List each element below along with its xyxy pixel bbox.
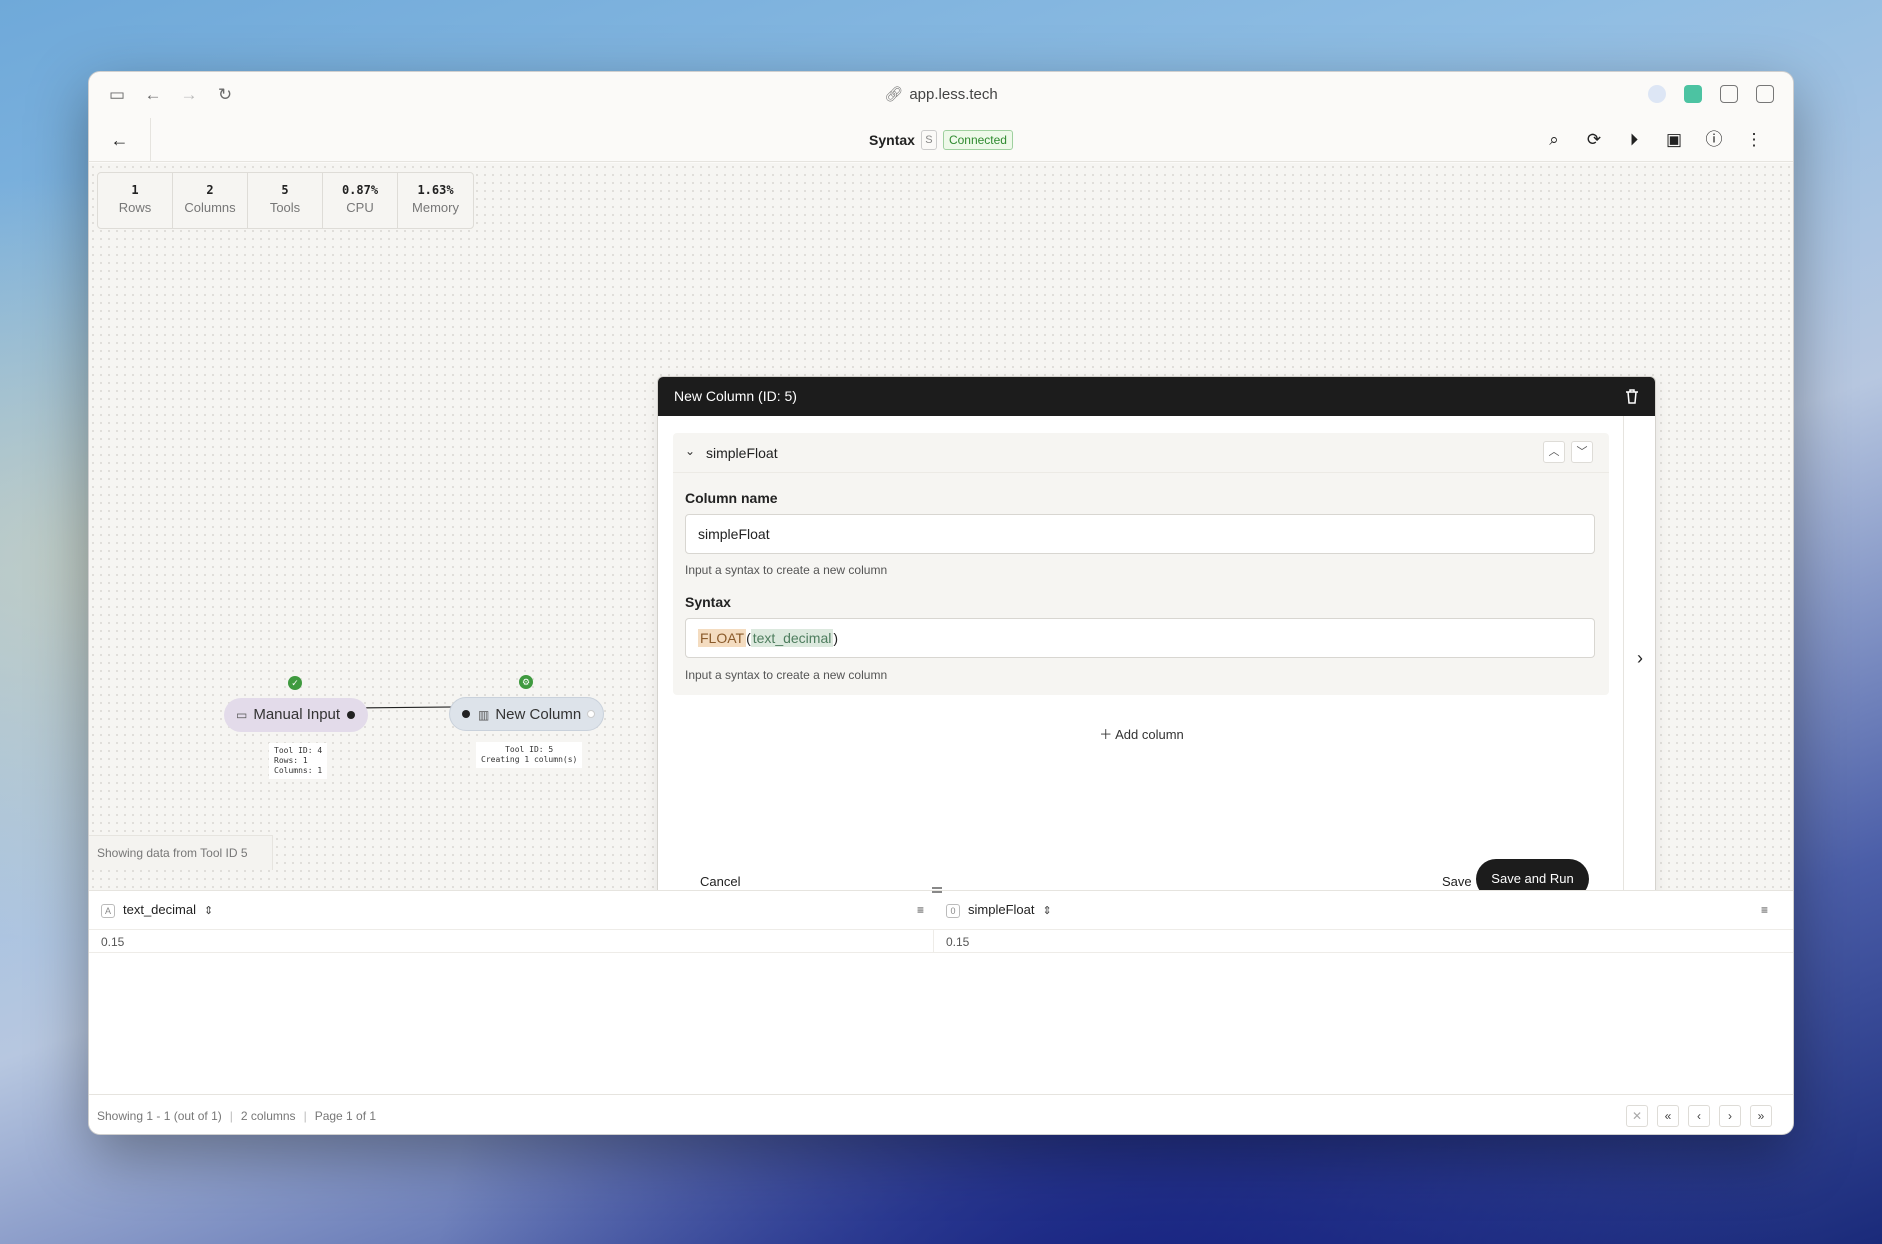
manual-input-meta: Tool ID: 4 Rows: 1 Columns: 1 bbox=[269, 743, 328, 779]
link-icon: 🔗︎ bbox=[884, 86, 904, 103]
chevron-down-icon[interactable]: ⌄ bbox=[685, 444, 695, 458]
status-badge: Connected bbox=[942, 130, 1013, 150]
input-port[interactable] bbox=[462, 710, 470, 718]
column-name-input[interactable]: simpleFloat bbox=[685, 514, 1595, 554]
browser-window: ▭ ← → ↻ 🔗︎ app.less.tech ← Syntax S Connect… bbox=[88, 71, 1794, 1135]
extension-icon[interactable] bbox=[1684, 85, 1702, 103]
table-cell: 0.15 bbox=[101, 935, 125, 949]
table-row[interactable]: 0.15 0.15 bbox=[89, 929, 1793, 953]
running-gear-icon: ⚙ bbox=[519, 675, 533, 689]
reader-icon[interactable] bbox=[1720, 85, 1738, 103]
output-port[interactable] bbox=[587, 710, 595, 718]
move-up-button[interactable]: ︿ bbox=[1543, 441, 1565, 463]
save-icon[interactable]: ▣ bbox=[1662, 128, 1686, 152]
syntax-function-token: FLOAT bbox=[698, 629, 747, 647]
workflow-title: Syntax S Connected bbox=[89, 130, 1793, 150]
password-extension-icon[interactable] bbox=[1648, 85, 1666, 103]
stat-cpu: 0.87% CPU bbox=[323, 173, 398, 228]
stat-rows: 1 Rows bbox=[98, 173, 173, 228]
page-title: Syntax bbox=[869, 132, 915, 148]
syntax-help: Input a syntax to create a new column bbox=[685, 668, 888, 682]
search-icon[interactable]: ⌕ bbox=[1542, 128, 1566, 152]
new-column-dialog: New Column (ID: 5) ⌄ simpleFloat ︿ ﹀ Col… bbox=[657, 376, 1656, 917]
workflow-canvas[interactable]: 1 Rows 2 Columns 5 Tools 0.87% CPU 1.63% Memo… bbox=[89, 163, 1793, 917]
first-page-button[interactable]: « bbox=[1657, 1105, 1679, 1127]
chevron-right-icon[interactable]: › bbox=[1624, 648, 1655, 669]
column-section: ⌄ simpleFloat ︿ ﹀ Column name simpleFloa… bbox=[673, 433, 1609, 695]
data-source-label: Showing data from Tool ID 5 bbox=[89, 835, 273, 870]
syntax-input[interactable]: FLOAT(text_decimal) bbox=[685, 618, 1595, 658]
last-page-button[interactable]: » bbox=[1750, 1105, 1772, 1127]
section-title: simpleFloat bbox=[706, 445, 778, 461]
data-table: Atext_decimal ⇕ ≡ 0 simpleFloat ⇕ ≡ 0.15 0.… bbox=[89, 887, 1793, 1134]
run-icon[interactable]: ⏵ bbox=[1622, 128, 1646, 152]
column-divider bbox=[933, 929, 934, 953]
refresh-icon[interactable]: ⟳ bbox=[1582, 128, 1606, 152]
trash-icon[interactable] bbox=[1623, 387, 1641, 405]
cancel-button[interactable]: Cancel bbox=[700, 874, 740, 889]
success-check-icon: ✓ bbox=[288, 676, 302, 690]
new-column-node[interactable]: ▥ New Column bbox=[449, 697, 604, 731]
dialog-title: New Column (ID: 5) bbox=[674, 388, 797, 404]
close-icon[interactable]: ✕ bbox=[1626, 1105, 1648, 1127]
filter-icon[interactable]: ≡ bbox=[1761, 903, 1768, 917]
stat-tools: 5 Tools bbox=[248, 173, 323, 228]
address-bar[interactable]: 🔗︎ app.less.tech bbox=[89, 85, 1793, 103]
app-header: ← Syntax S Connected ⌕ ⟳ ⏵ ▣ ⓘ ⋮ bbox=[89, 118, 1793, 162]
table-cell: 0.15 bbox=[946, 935, 970, 949]
save-button[interactable]: Save bbox=[1442, 874, 1472, 889]
manual-input-label: Manual Input bbox=[253, 706, 341, 723]
syntax-column-token: text_decimal bbox=[750, 629, 834, 647]
shortcut-badge: S bbox=[920, 130, 937, 150]
column-name-label: Column name bbox=[685, 490, 778, 506]
table-footer: Showing 1 - 1 (out of 1) | 2 columns | Page … bbox=[89, 1094, 1793, 1134]
column-header-text-decimal[interactable]: Atext_decimal ⇕ bbox=[101, 891, 213, 929]
stat-columns: 2 Columns bbox=[173, 173, 248, 228]
previous-page-button[interactable]: ‹ bbox=[1688, 1105, 1710, 1127]
dialog-header: New Column (ID: 5) bbox=[658, 377, 1655, 416]
column-header-simple-float[interactable]: 0 simpleFloat ⇕ bbox=[946, 891, 1052, 929]
section-header[interactable]: ⌄ simpleFloat ︿ ﹀ bbox=[673, 433, 1609, 473]
dialog-side-panel[interactable]: › bbox=[1623, 416, 1655, 916]
add-column-button[interactable]: ＋ Add column bbox=[658, 724, 1625, 743]
plus-icon: ＋ bbox=[1099, 727, 1113, 742]
number-type-icon: 0 bbox=[946, 903, 960, 918]
input-icon: ▭ bbox=[236, 708, 248, 722]
browser-toolbar: ▭ ← → ↻ 🔗︎ app.less.tech bbox=[89, 72, 1793, 118]
next-page-button[interactable]: › bbox=[1719, 1105, 1741, 1127]
column-icon: ▥ bbox=[478, 708, 490, 722]
column-count: 2 columns bbox=[240, 1109, 296, 1123]
page-indicator: Page 1 of 1 bbox=[314, 1109, 377, 1123]
filter-icon[interactable]: ≡ bbox=[917, 903, 924, 917]
help-icon[interactable]: ⓘ bbox=[1702, 128, 1726, 152]
split-view-icon[interactable] bbox=[1756, 85, 1774, 103]
output-port[interactable] bbox=[347, 711, 355, 719]
new-column-meta: Tool ID: 5 Creating 1 column(s) bbox=[476, 742, 583, 768]
text-type-icon: A bbox=[101, 903, 115, 918]
url-text: app.less.tech bbox=[909, 86, 998, 103]
move-down-button[interactable]: ﹀ bbox=[1571, 441, 1593, 463]
showing-count: Showing 1 - 1 (out of 1) bbox=[97, 1109, 222, 1123]
new-column-label: New Column bbox=[495, 706, 582, 723]
table-header: Atext_decimal ⇕ ≡ 0 simpleFloat ⇕ ≡ bbox=[89, 891, 1793, 929]
stats-panel: 1 Rows 2 Columns 5 Tools 0.87% CPU 1.63% Memo… bbox=[97, 172, 474, 229]
more-icon[interactable]: ⋮ bbox=[1742, 128, 1766, 152]
stat-memory: 1.63% Memory bbox=[412, 183, 459, 215]
syntax-label: Syntax bbox=[685, 594, 731, 610]
column-name-help: Input a syntax to create a new column bbox=[685, 563, 888, 577]
sort-icon[interactable]: ⇕ bbox=[204, 905, 213, 917]
sort-icon[interactable]: ⇕ bbox=[1042, 905, 1051, 917]
